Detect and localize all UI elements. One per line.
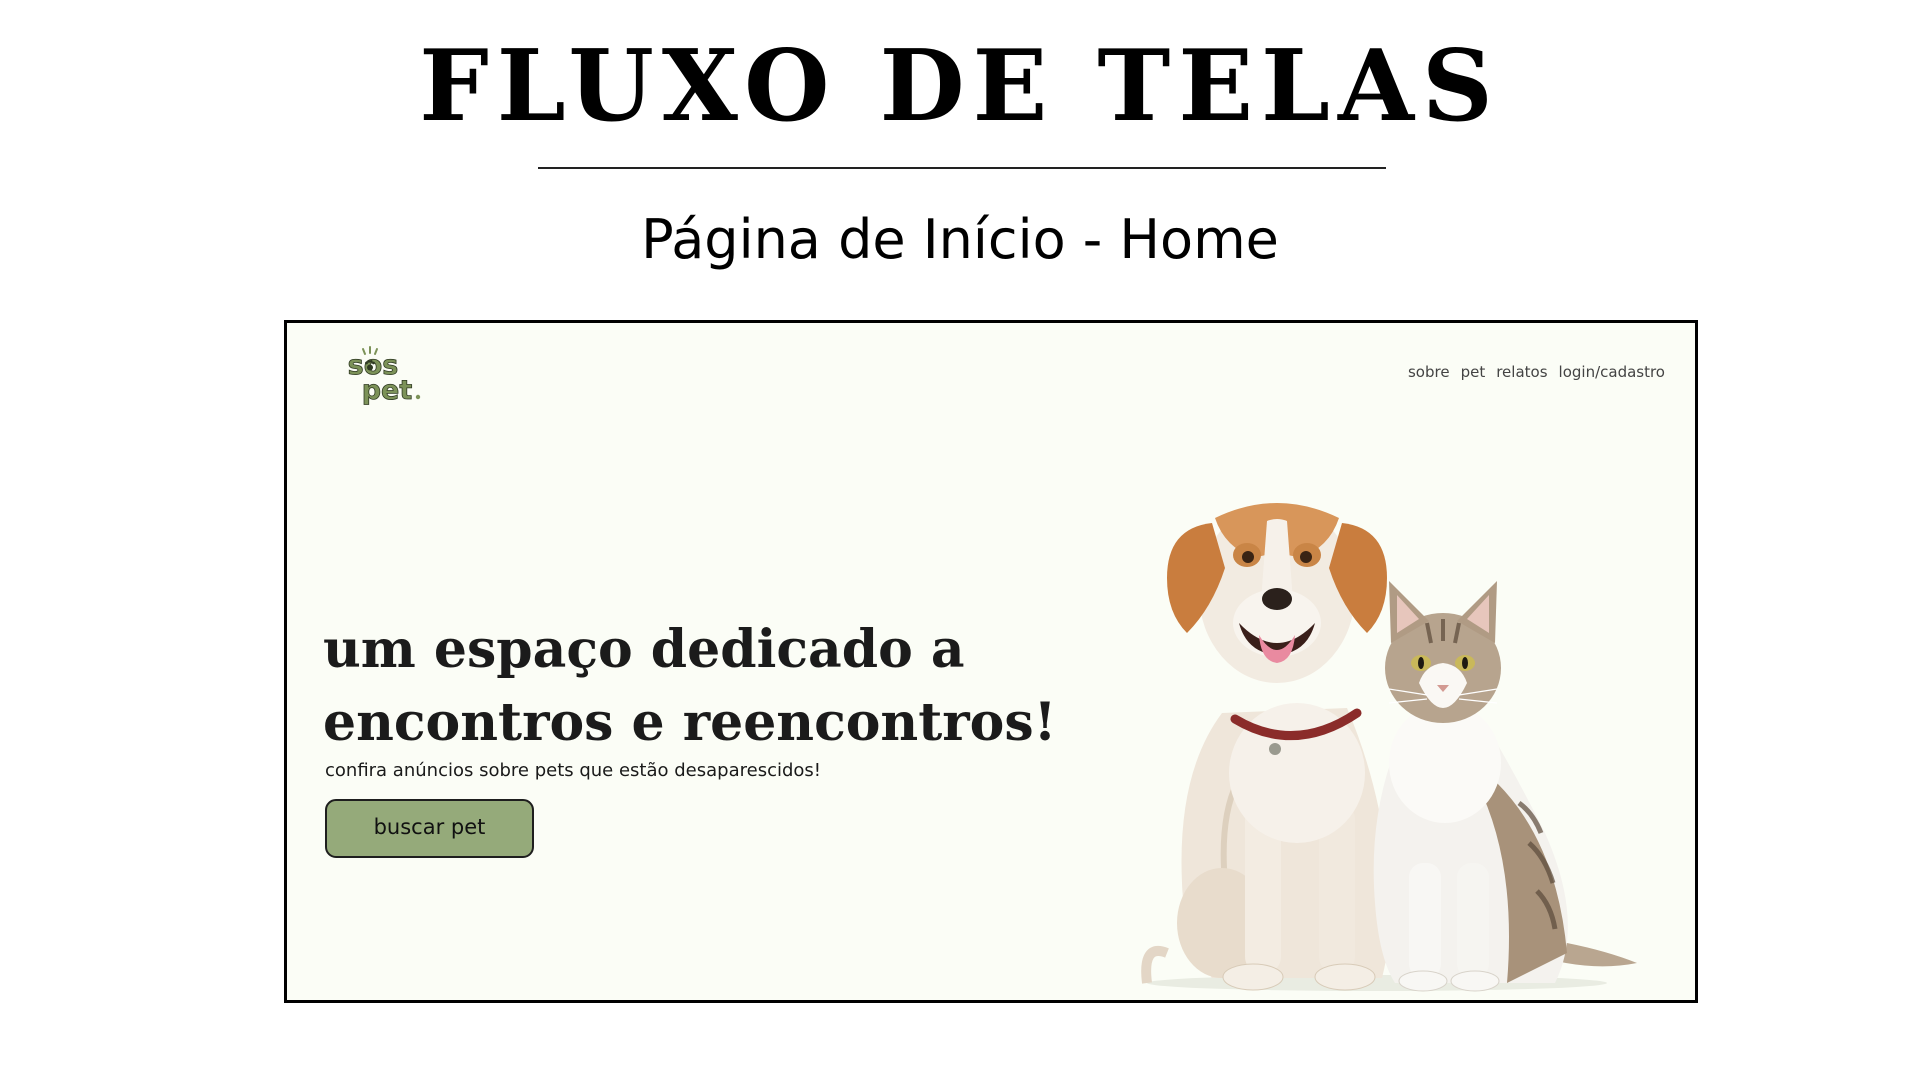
hero-heading: um espaço dedicado a encontros e reencon… xyxy=(323,619,1057,753)
logo-text-pet: pet xyxy=(362,375,413,406)
nav-item-pet[interactable]: pet xyxy=(1461,363,1486,381)
slide-title: FLUXO DE TELAS xyxy=(419,29,1501,144)
nav-item-relatos[interactable]: relatos xyxy=(1496,363,1547,381)
nav-item-login-cadastro[interactable]: login/cadastro xyxy=(1559,363,1665,381)
nav-item-sobre[interactable]: sobre xyxy=(1408,363,1450,381)
homepage-mockup: sos pet sobre pet relatos login/cadastro… xyxy=(284,320,1698,1003)
dog-and-cat-image xyxy=(1127,483,1647,998)
buscar-pet-button[interactable]: buscar pet xyxy=(325,799,534,858)
title-divider xyxy=(538,167,1386,169)
cat-illustration xyxy=(1373,581,1637,992)
sospet-logo[interactable]: sos pet xyxy=(325,343,425,409)
top-nav: sobre pet relatos login/cadastro xyxy=(1408,363,1665,381)
slide-subtitle: Página de Início - Home xyxy=(641,208,1279,271)
dog-illustration xyxy=(1141,503,1391,991)
hero-subheading: confira anúncios sobre pets que estão de… xyxy=(325,760,822,781)
